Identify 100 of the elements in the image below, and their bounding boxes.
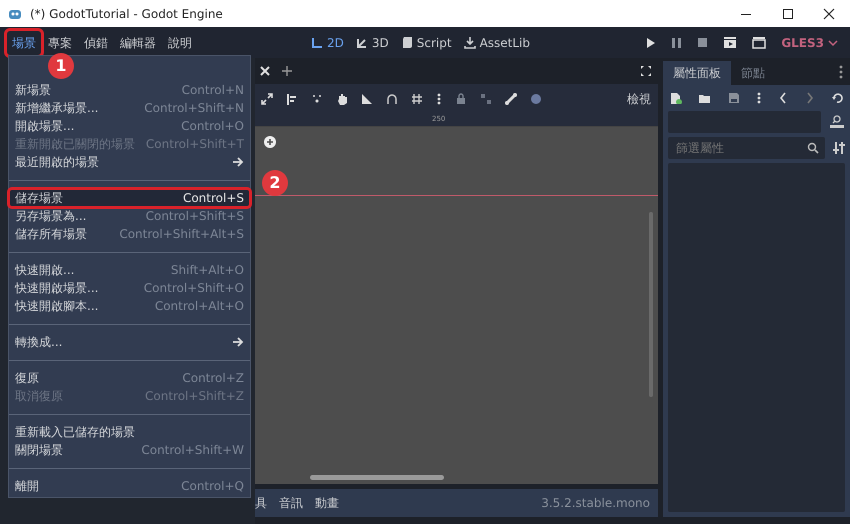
- shortcut-label: Control+N: [182, 82, 244, 99]
- scrollbar[interactable]: [310, 475, 444, 480]
- menu-item[interactable]: 快速開啟腳本... Control+Alt+O: [9, 297, 250, 315]
- menu-item[interactable]: 偵錯: [79, 30, 113, 54]
- close-tab-icon[interactable]: [259, 65, 271, 77]
- workspace-tab[interactable]: 2D: [311, 34, 344, 52]
- window-title: (*) GodotTutorial - Godot Engine: [30, 6, 223, 22]
- maximize-icon[interactable]: [782, 8, 794, 20]
- menu-item-label: 儲存所有場景: [15, 226, 87, 243]
- arrow-right-icon: [232, 336, 244, 348]
- view-menu-button[interactable]: 檢視: [626, 89, 652, 109]
- hand-icon[interactable]: [336, 93, 348, 105]
- menu-item[interactable]: 開啟場景... Control+O: [9, 117, 250, 135]
- stop-icon[interactable]: [697, 36, 708, 48]
- workspace-tab[interactable]: AssetLib: [464, 34, 530, 52]
- shortcut-label: Control+Z: [182, 370, 244, 387]
- workspace-tab[interactable]: 3D: [356, 34, 389, 52]
- menu-item[interactable]: 重新載入已儲存的場景: [9, 423, 250, 441]
- shortcut-label: Control+O: [181, 118, 244, 135]
- close-icon[interactable]: [823, 8, 835, 20]
- version-label: 3.5.2.stable.mono: [541, 495, 650, 512]
- more-icon[interactable]: [756, 92, 762, 104]
- menu-item[interactable]: 專案: [43, 30, 77, 54]
- shortcut-label: Control+Q: [181, 478, 244, 495]
- expand-icon[interactable]: [261, 93, 273, 105]
- pause-icon[interactable]: [671, 36, 682, 48]
- filter-input[interactable]: 篩選屬性: [674, 138, 807, 158]
- menu-item-label: 最近開啟的場景: [15, 154, 99, 171]
- more-icon[interactable]: [838, 65, 844, 79]
- menu-item[interactable]: 場景: [7, 30, 41, 54]
- add-tab-icon[interactable]: [281, 65, 293, 77]
- dotted-cursor-icon[interactable]: [311, 93, 323, 105]
- menu-item[interactable]: 新增繼承場景... Control+Shift+N: [9, 99, 250, 117]
- menu-item-label: 新增繼承場景...: [15, 100, 98, 117]
- object-field[interactable]: [668, 111, 821, 133]
- menu-item[interactable]: 編輯器: [115, 30, 161, 54]
- menu-item[interactable]: 復原 Control+Z: [9, 369, 250, 387]
- inspector-tab[interactable]: 屬性面板: [663, 61, 731, 85]
- menu-item[interactable]: 新場景 Control+N: [9, 81, 250, 99]
- menu-item[interactable]: 關閉場景 Control+Shift+W: [9, 441, 250, 459]
- menu-item-label: 另存場景為...: [15, 208, 86, 225]
- save-icon[interactable]: [728, 92, 740, 104]
- menu-item[interactable]: 最近開啟的場景: [9, 153, 250, 171]
- menu-item[interactable]: 另存場景為... Control+Shift+S: [9, 207, 250, 225]
- menu-item[interactable]: 離開 Control+Q: [9, 477, 250, 495]
- download-icon: [464, 36, 476, 49]
- search-icon: [807, 142, 819, 154]
- grid-icon[interactable]: [411, 93, 423, 105]
- menu-item[interactable]: 儲存場景 Control+S: [9, 189, 250, 207]
- add-circle-icon[interactable]: [264, 136, 276, 148]
- back-icon[interactable]: [778, 92, 788, 104]
- more-icon[interactable]: [436, 93, 442, 105]
- menu-item-label: 重新開啟已關閉的場景: [15, 136, 135, 153]
- inspector-tab[interactable]: 節點: [731, 61, 775, 85]
- menu-item-label: 儲存場景: [15, 190, 63, 207]
- menu-item-label: 快速開啟腳本...: [15, 298, 98, 315]
- bone-icon[interactable]: [505, 93, 517, 105]
- ruler-icon[interactable]: [361, 93, 373, 105]
- list-cursor-icon[interactable]: [286, 93, 298, 105]
- group-icon[interactable]: [480, 93, 492, 105]
- shortcut-label: Control+Shift+N: [144, 100, 244, 117]
- history-icon[interactable]: [830, 92, 843, 104]
- bottom-panel-tab[interactable]: 具: [255, 494, 267, 512]
- fullscreen-icon[interactable]: [640, 65, 652, 77]
- menu-item-label: 快速開啟...: [15, 262, 74, 279]
- blob-icon[interactable]: [530, 93, 542, 105]
- menu-item-label: 轉換成...: [15, 334, 62, 351]
- menu-item[interactable]: 儲存所有場景 Control+Shift+Alt+S: [9, 225, 250, 243]
- shortcut-label: Shift+Alt+O: [170, 262, 244, 279]
- caret-icon: [828, 38, 838, 46]
- tools-icon[interactable]: [833, 141, 845, 155]
- menu-item-label: 新場景: [15, 82, 51, 99]
- workspace-tab[interactable]: Script: [400, 34, 452, 52]
- filter-field[interactable]: 篩選屬性: [668, 137, 825, 159]
- axes-2d-icon: [311, 36, 323, 49]
- menu-item[interactable]: 轉換成...: [9, 333, 250, 351]
- new-file-icon[interactable]: [670, 92, 682, 104]
- shortcut-label: Control+Shift+W: [141, 442, 244, 459]
- arrow-right-icon: [232, 156, 244, 168]
- shortcut-label: Control+Shift+T: [146, 136, 244, 153]
- shortcut-label: Control+S: [182, 190, 244, 207]
- menu-item-label: 開啟場景...: [15, 118, 74, 135]
- bottom-panel-tab[interactable]: 動畫: [315, 494, 339, 512]
- shortcut-label: Control+Alt+O: [154, 298, 244, 315]
- play-icon[interactable]: [645, 36, 656, 48]
- doc-search-icon[interactable]: [829, 115, 845, 129]
- folder-icon[interactable]: [698, 92, 712, 104]
- menu-item-label: 離開: [15, 478, 39, 495]
- forward-icon[interactable]: [804, 92, 815, 104]
- shortcut-label: Control+Shift+Alt+S: [119, 226, 244, 243]
- menu-item[interactable]: 快速開啟場景... Control+Shift+O: [9, 279, 250, 297]
- bottom-panel-tab[interactable]: 音訊: [279, 494, 303, 512]
- shortcut-label: Control+Shift+O: [144, 280, 244, 297]
- menu-item-label: 重新載入已儲存的場景: [15, 424, 135, 441]
- lock-icon[interactable]: [455, 93, 467, 105]
- menu-item-label: 快速開啟場景...: [15, 280, 98, 297]
- shortcut-label: Control+Shift+Z: [145, 388, 244, 405]
- renderer-dropdown[interactable]: GLES3: [781, 34, 838, 52]
- menu-item[interactable]: 說明: [163, 30, 197, 54]
- menu-item[interactable]: 快速開啟... Shift+Alt+O: [9, 261, 250, 279]
